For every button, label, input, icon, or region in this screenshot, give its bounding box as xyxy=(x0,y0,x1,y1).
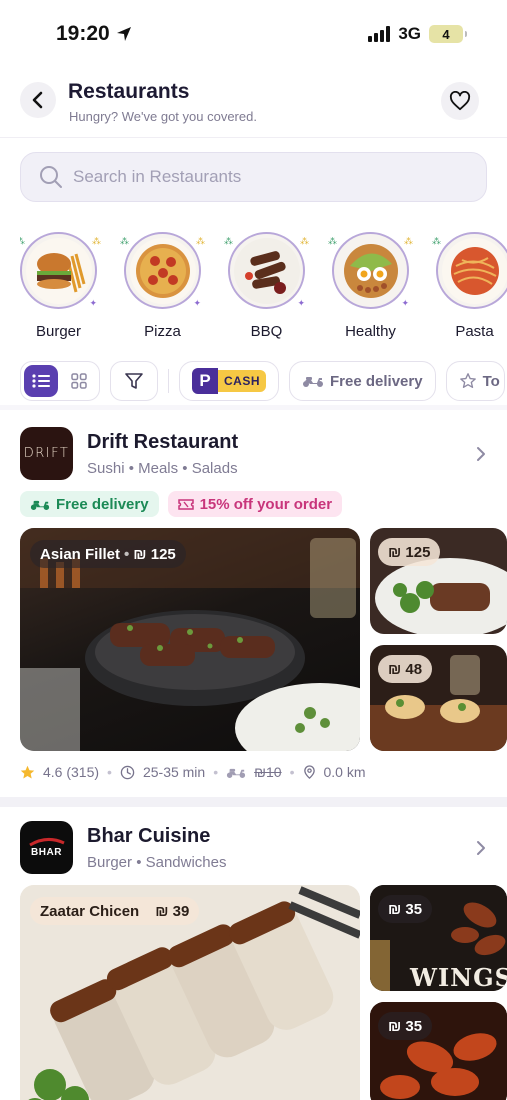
category-pizza[interactable]: ⁂ ⁂ ✦ Pizza xyxy=(120,232,205,347)
dish-price-tag: ₪ 35 xyxy=(378,1012,433,1040)
location-pin-icon xyxy=(303,764,315,779)
status-bar: 19:20 3G 4 xyxy=(0,0,507,70)
heart-icon xyxy=(449,91,471,111)
healthy-bowl-image: ⁂ ⁂ ✦ xyxy=(328,232,413,309)
grid-icon xyxy=(71,373,87,389)
grid-view-button[interactable] xyxy=(62,365,96,397)
list-view-button[interactable] xyxy=(24,365,58,397)
category-bbq[interactable]: ⁂ ⁂ ✦ BBQ xyxy=(224,232,309,347)
wings-overlay-text: WINGS xyxy=(410,963,507,991)
restaurant-name: Drift Restaurant xyxy=(87,431,239,453)
category-carousel[interactable]: ⁂⁂✦ Burger ⁂⁂✦ Pizza ⁂⁂✦ BBQ ⁂⁂✦ Healthy… xyxy=(20,232,507,347)
search-input[interactable] xyxy=(73,167,453,187)
page-header: Restaurants Hungry? We've got you covere… xyxy=(0,72,507,138)
delivery-fee: ₪10 xyxy=(254,764,282,780)
restaurant-badges: Free delivery 15% off your order xyxy=(20,491,343,517)
status-time: 19:20 xyxy=(56,22,110,45)
scooter-icon xyxy=(227,768,246,778)
restaurant-header-drift[interactable]: DRIFT Drift Restaurant Sushi • Meals • S… xyxy=(20,427,487,483)
delivery-time: 25-35 min xyxy=(142,764,206,780)
clock-icon xyxy=(120,765,135,779)
pcash-logo: P CASH xyxy=(192,368,267,394)
section-divider xyxy=(0,797,507,807)
restaurant-meta: 4.6 (315) • 25-35 min • ₪10 • 0.0 km xyxy=(20,764,366,780)
back-button[interactable] xyxy=(20,82,56,118)
dish-price-tag: Zaatar Chicen ₪ 39 xyxy=(30,897,200,925)
filter-divider xyxy=(168,369,169,393)
dish-price-tag: ₪ 35 xyxy=(378,895,433,923)
funnel-icon xyxy=(125,373,143,389)
dish-price-tag: ₪ 125 xyxy=(378,538,441,566)
dish-price-tag: Asian Fillet • ₪ 125 xyxy=(30,540,186,568)
dish-card[interactable]: ₪ 35 xyxy=(370,1002,507,1100)
restaurant-tags: Sushi • Meals • Salads xyxy=(87,460,238,477)
dish-card[interactable]: Zaatar Chicen ₪ 39 xyxy=(20,885,360,1100)
free-delivery-badge: Free delivery xyxy=(20,491,159,517)
dish-card[interactable]: ₪ 35 WINGS xyxy=(370,885,507,991)
scooter-icon xyxy=(30,500,50,510)
page-subtitle: Hungry? We've got you covered. xyxy=(69,109,257,124)
search-icon xyxy=(40,166,62,188)
pasta-image: ⁂ xyxy=(432,232,507,309)
category-pasta[interactable]: ⁂ Pasta xyxy=(432,232,507,347)
top-rated-filter-chip[interactable]: To xyxy=(445,361,505,401)
section-divider xyxy=(0,405,507,410)
favorites-button[interactable] xyxy=(441,82,479,120)
restaurant-logo: BHAR xyxy=(20,821,73,874)
category-burger[interactable]: ⁂⁂✦ Burger xyxy=(20,232,101,347)
chevron-left-icon xyxy=(32,91,43,109)
dish-gallery-bhar[interactable]: Zaatar Chicen ₪ 39 ₪ 35 WINGS ₪ 35 xyxy=(20,885,507,1100)
view-toggle xyxy=(20,361,100,401)
scooter-icon xyxy=(303,377,324,387)
dish-gallery-drift[interactable]: Asian Fillet • ₪ 125 ₪ 125 ₪ 48 xyxy=(20,528,507,752)
distance: 0.0 km xyxy=(323,764,366,780)
filter-bar: P CASH Free delivery To xyxy=(20,361,507,401)
rating: 4.6 (315) xyxy=(43,764,100,780)
star-icon xyxy=(20,765,35,778)
chevron-right-icon xyxy=(477,841,485,855)
discount-badge: 15% off your order xyxy=(167,491,343,517)
bhar-logo-mark xyxy=(28,838,65,847)
star-outline-icon xyxy=(459,373,476,388)
chevron-right-icon xyxy=(477,447,485,461)
search-bar[interactable] xyxy=(20,152,487,202)
dish-price-tag: ₪ 48 xyxy=(378,655,433,683)
battery-icon: 4 xyxy=(429,25,467,43)
restaurant-tags: Burger • Sandwiches xyxy=(87,854,227,871)
restaurant-name: Bhar Cuisine xyxy=(87,825,211,847)
pizza-image: ⁂ ⁂ ✦ xyxy=(120,232,205,309)
dish-card[interactable]: Asian Fillet • ₪ 125 xyxy=(20,528,360,751)
pcash-filter-chip[interactable]: P CASH xyxy=(179,361,280,401)
page-title: Restaurants xyxy=(68,80,190,103)
bbq-image: ⁂ ⁂ ✦ xyxy=(224,232,309,309)
location-arrow-icon xyxy=(116,27,131,41)
dish-card[interactable]: ₪ 125 xyxy=(370,528,507,634)
list-icon xyxy=(32,374,50,388)
filter-button[interactable] xyxy=(110,361,158,401)
free-delivery-filter-chip[interactable]: Free delivery xyxy=(289,361,436,401)
restaurant-header-bhar[interactable]: BHAR Bhar Cuisine Burger • Sandwiches xyxy=(20,821,487,877)
burger-image: ⁂⁂✦ xyxy=(20,232,101,309)
network-type: 3G xyxy=(398,24,421,43)
dish-card[interactable]: ₪ 48 xyxy=(370,645,507,751)
category-healthy[interactable]: ⁂ ⁂ ✦ Healthy xyxy=(328,232,413,347)
restaurant-logo: DRIFT xyxy=(20,427,73,480)
signal-icon xyxy=(368,26,391,42)
ticket-icon xyxy=(177,498,194,510)
